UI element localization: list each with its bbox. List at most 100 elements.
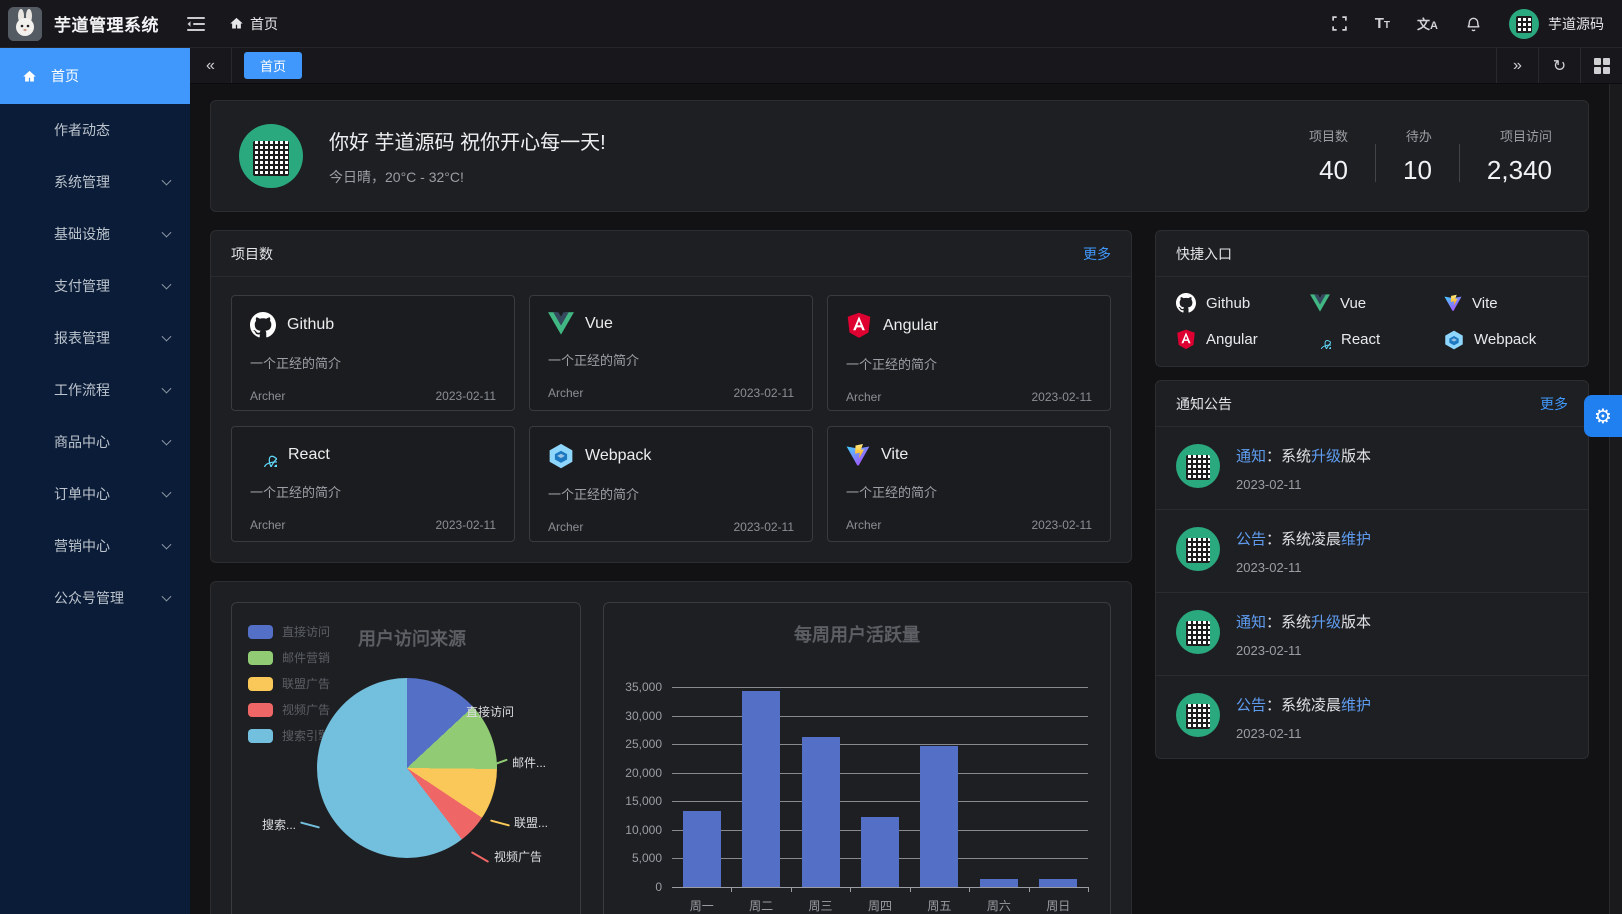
gridline bbox=[672, 773, 1088, 774]
y-axis-label: 5,000 bbox=[632, 851, 662, 865]
divider bbox=[1459, 144, 1460, 182]
scrollbar[interactable] bbox=[1609, 84, 1622, 914]
legend-item[interactable]: 搜索引擎 bbox=[248, 727, 330, 744]
sidebar-item-marketing[interactable]: 营销中心 bbox=[0, 520, 190, 572]
x-axis-label: 周二 bbox=[749, 897, 773, 914]
quick-link-vue[interactable]: Vue bbox=[1310, 293, 1434, 313]
projects-more-link[interactable]: 更多 bbox=[1083, 244, 1111, 264]
quick-link-github[interactable]: Github bbox=[1176, 293, 1300, 313]
locale-icon[interactable]: 文A bbox=[1417, 14, 1438, 33]
bar bbox=[683, 811, 721, 887]
quick-link-vite[interactable]: Vite bbox=[1444, 293, 1568, 313]
greeting-text: 你好 芋道源码 祝你开心每一天! bbox=[329, 126, 606, 155]
main-content: 你好 芋道源码 祝你开心每一天! 今日晴，20°C - 32°C! 项目数 40… bbox=[190, 84, 1622, 914]
sidebar-item-system[interactable]: 系统管理 bbox=[0, 156, 190, 208]
sidebar-item-home[interactable]: 首页 bbox=[0, 48, 190, 104]
chevron-down-icon bbox=[162, 332, 172, 342]
notice-avatar bbox=[1176, 444, 1220, 488]
legend-item[interactable]: 邮件营销 bbox=[248, 649, 330, 666]
breadcrumb[interactable]: 首页 bbox=[229, 14, 278, 34]
quick-link-webpack[interactable]: Webpack bbox=[1444, 329, 1568, 350]
legend-item[interactable]: 直接访问 bbox=[248, 623, 330, 640]
x-axis-tick bbox=[969, 887, 970, 892]
sidebar-item-workflow[interactable]: 工作流程 bbox=[0, 364, 190, 416]
x-axis-tick bbox=[1029, 887, 1030, 892]
sidebar-item-report[interactable]: 报表管理 bbox=[0, 312, 190, 364]
settings-gear-button[interactable]: ⚙ bbox=[1584, 395, 1622, 437]
user-avatar bbox=[1509, 9, 1539, 39]
bar bbox=[980, 879, 1018, 887]
x-axis-tick bbox=[791, 887, 792, 892]
tab-home[interactable]: 首页 bbox=[244, 52, 302, 79]
y-axis-label: 10,000 bbox=[625, 823, 662, 837]
welcome-card: 你好 芋道源码 祝你开心每一天! 今日晴，20°C - 32°C! 项目数 40… bbox=[210, 100, 1589, 212]
notices-title: 通知公告 bbox=[1176, 394, 1232, 414]
x-axis-tick bbox=[910, 887, 911, 892]
sidebar-item-wechat[interactable]: 公众号管理 bbox=[0, 572, 190, 624]
project-card-vite[interactable]: Vite 一个正经的简介 Archer2023-02-11 bbox=[827, 426, 1111, 542]
angular-icon bbox=[1176, 329, 1196, 350]
sidebar-item-pay[interactable]: 支付管理 bbox=[0, 260, 190, 312]
pie-chart-title: 用户访问来源 bbox=[358, 625, 466, 651]
y-axis-label: 30,000 bbox=[625, 709, 662, 723]
react-icon bbox=[1310, 330, 1331, 349]
notice-item[interactable]: 公告：系统凌晨维护 2023-02-11 bbox=[1156, 509, 1588, 592]
project-card-webpack[interactable]: Webpack 一个正经的简介 Archer2023-02-11 bbox=[529, 426, 813, 542]
x-axis-label: 周六 bbox=[987, 897, 1011, 914]
legend-item[interactable]: 视频广告 bbox=[248, 701, 330, 718]
bar-plot-area: 05,00010,00015,00020,00025,00030,00035,0… bbox=[672, 687, 1088, 887]
quick-link-react[interactable]: React bbox=[1310, 329, 1434, 350]
vue-icon bbox=[1310, 294, 1330, 312]
github-icon bbox=[250, 312, 276, 338]
sidebar-item-product[interactable]: 商品中心 bbox=[0, 416, 190, 468]
y-axis-label: 20,000 bbox=[625, 766, 662, 780]
fullscreen-icon[interactable] bbox=[1331, 15, 1348, 32]
vite-icon bbox=[1444, 294, 1462, 312]
app-logo[interactable] bbox=[8, 7, 42, 41]
quick-link-angular[interactable]: Angular bbox=[1176, 329, 1300, 350]
tabs-menu-icon[interactable] bbox=[1580, 48, 1622, 83]
stats: 项目数 40 待办 10 项目访问 2,340 bbox=[1309, 126, 1552, 186]
stat-visits: 项目访问 2,340 bbox=[1487, 126, 1552, 186]
refresh-icon[interactable]: ↻ bbox=[1538, 48, 1580, 83]
webpack-icon bbox=[1444, 330, 1464, 350]
tabs-scroll-left-button[interactable]: « bbox=[190, 48, 232, 83]
bar bbox=[802, 737, 840, 887]
x-axis-label: 周四 bbox=[868, 897, 892, 914]
topbar-actions: TT 文A 芋道源码 bbox=[1331, 9, 1622, 39]
gridline bbox=[672, 744, 1088, 745]
notice-item[interactable]: 通知：系统升级版本 2023-02-11 bbox=[1156, 592, 1588, 675]
y-axis-label: 15,000 bbox=[625, 794, 662, 808]
x-axis-label: 周一 bbox=[690, 897, 714, 914]
project-card-angular[interactable]: Angular 一个正经的简介 Archer2023-02-11 bbox=[827, 295, 1111, 411]
bell-icon[interactable] bbox=[1465, 15, 1482, 33]
project-card-vue[interactable]: Vue 一个正经的简介 Archer2023-02-11 bbox=[529, 295, 813, 411]
notice-item[interactable]: 通知：系统升级版本 2023-02-11 bbox=[1156, 427, 1588, 509]
pie-chart: 直接访问 邮件营销 联盟广告 视频广告 搜索引擎 用户访问来源 直接访问 邮件.… bbox=[231, 602, 581, 914]
vite-icon bbox=[846, 443, 870, 467]
projects-card: 项目数 更多 Github 一个正经的简介 Archer2023-02-11 bbox=[210, 230, 1132, 563]
menu-fold-icon[interactable] bbox=[187, 16, 205, 32]
legend-item[interactable]: 联盟广告 bbox=[248, 675, 330, 692]
notices-more-link[interactable]: 更多 bbox=[1540, 394, 1568, 414]
breadcrumb-home[interactable]: 首页 bbox=[250, 14, 278, 34]
notice-item[interactable]: 公告：系统凌晨维护 2023-02-11 bbox=[1156, 675, 1588, 758]
x-axis-tick bbox=[850, 887, 851, 892]
project-card-github[interactable]: Github 一个正经的简介 Archer2023-02-11 bbox=[231, 295, 515, 411]
chevron-down-icon bbox=[162, 592, 172, 602]
sidebar-item-order[interactable]: 订单中心 bbox=[0, 468, 190, 520]
x-axis-label: 周日 bbox=[1046, 897, 1070, 914]
home-icon bbox=[229, 16, 244, 31]
user-menu[interactable]: 芋道源码 bbox=[1509, 9, 1604, 39]
webpack-icon bbox=[548, 443, 574, 469]
project-card-react[interactable]: React 一个正经的简介 Archer2023-02-11 bbox=[231, 426, 515, 542]
user-name: 芋道源码 bbox=[1548, 14, 1604, 34]
projects-title: 项目数 bbox=[231, 244, 273, 264]
pie-slice-label: 视频广告 bbox=[470, 848, 542, 865]
sidebar-item-infra[interactable]: 基础设施 bbox=[0, 208, 190, 260]
font-size-icon[interactable]: TT bbox=[1375, 15, 1390, 32]
tabs-scroll-right-button[interactable]: » bbox=[1496, 48, 1538, 83]
notice-avatar bbox=[1176, 527, 1220, 571]
sidebar-item-author[interactable]: 作者动态 bbox=[0, 104, 190, 156]
pie-slice-label: 搜索... bbox=[262, 816, 320, 833]
